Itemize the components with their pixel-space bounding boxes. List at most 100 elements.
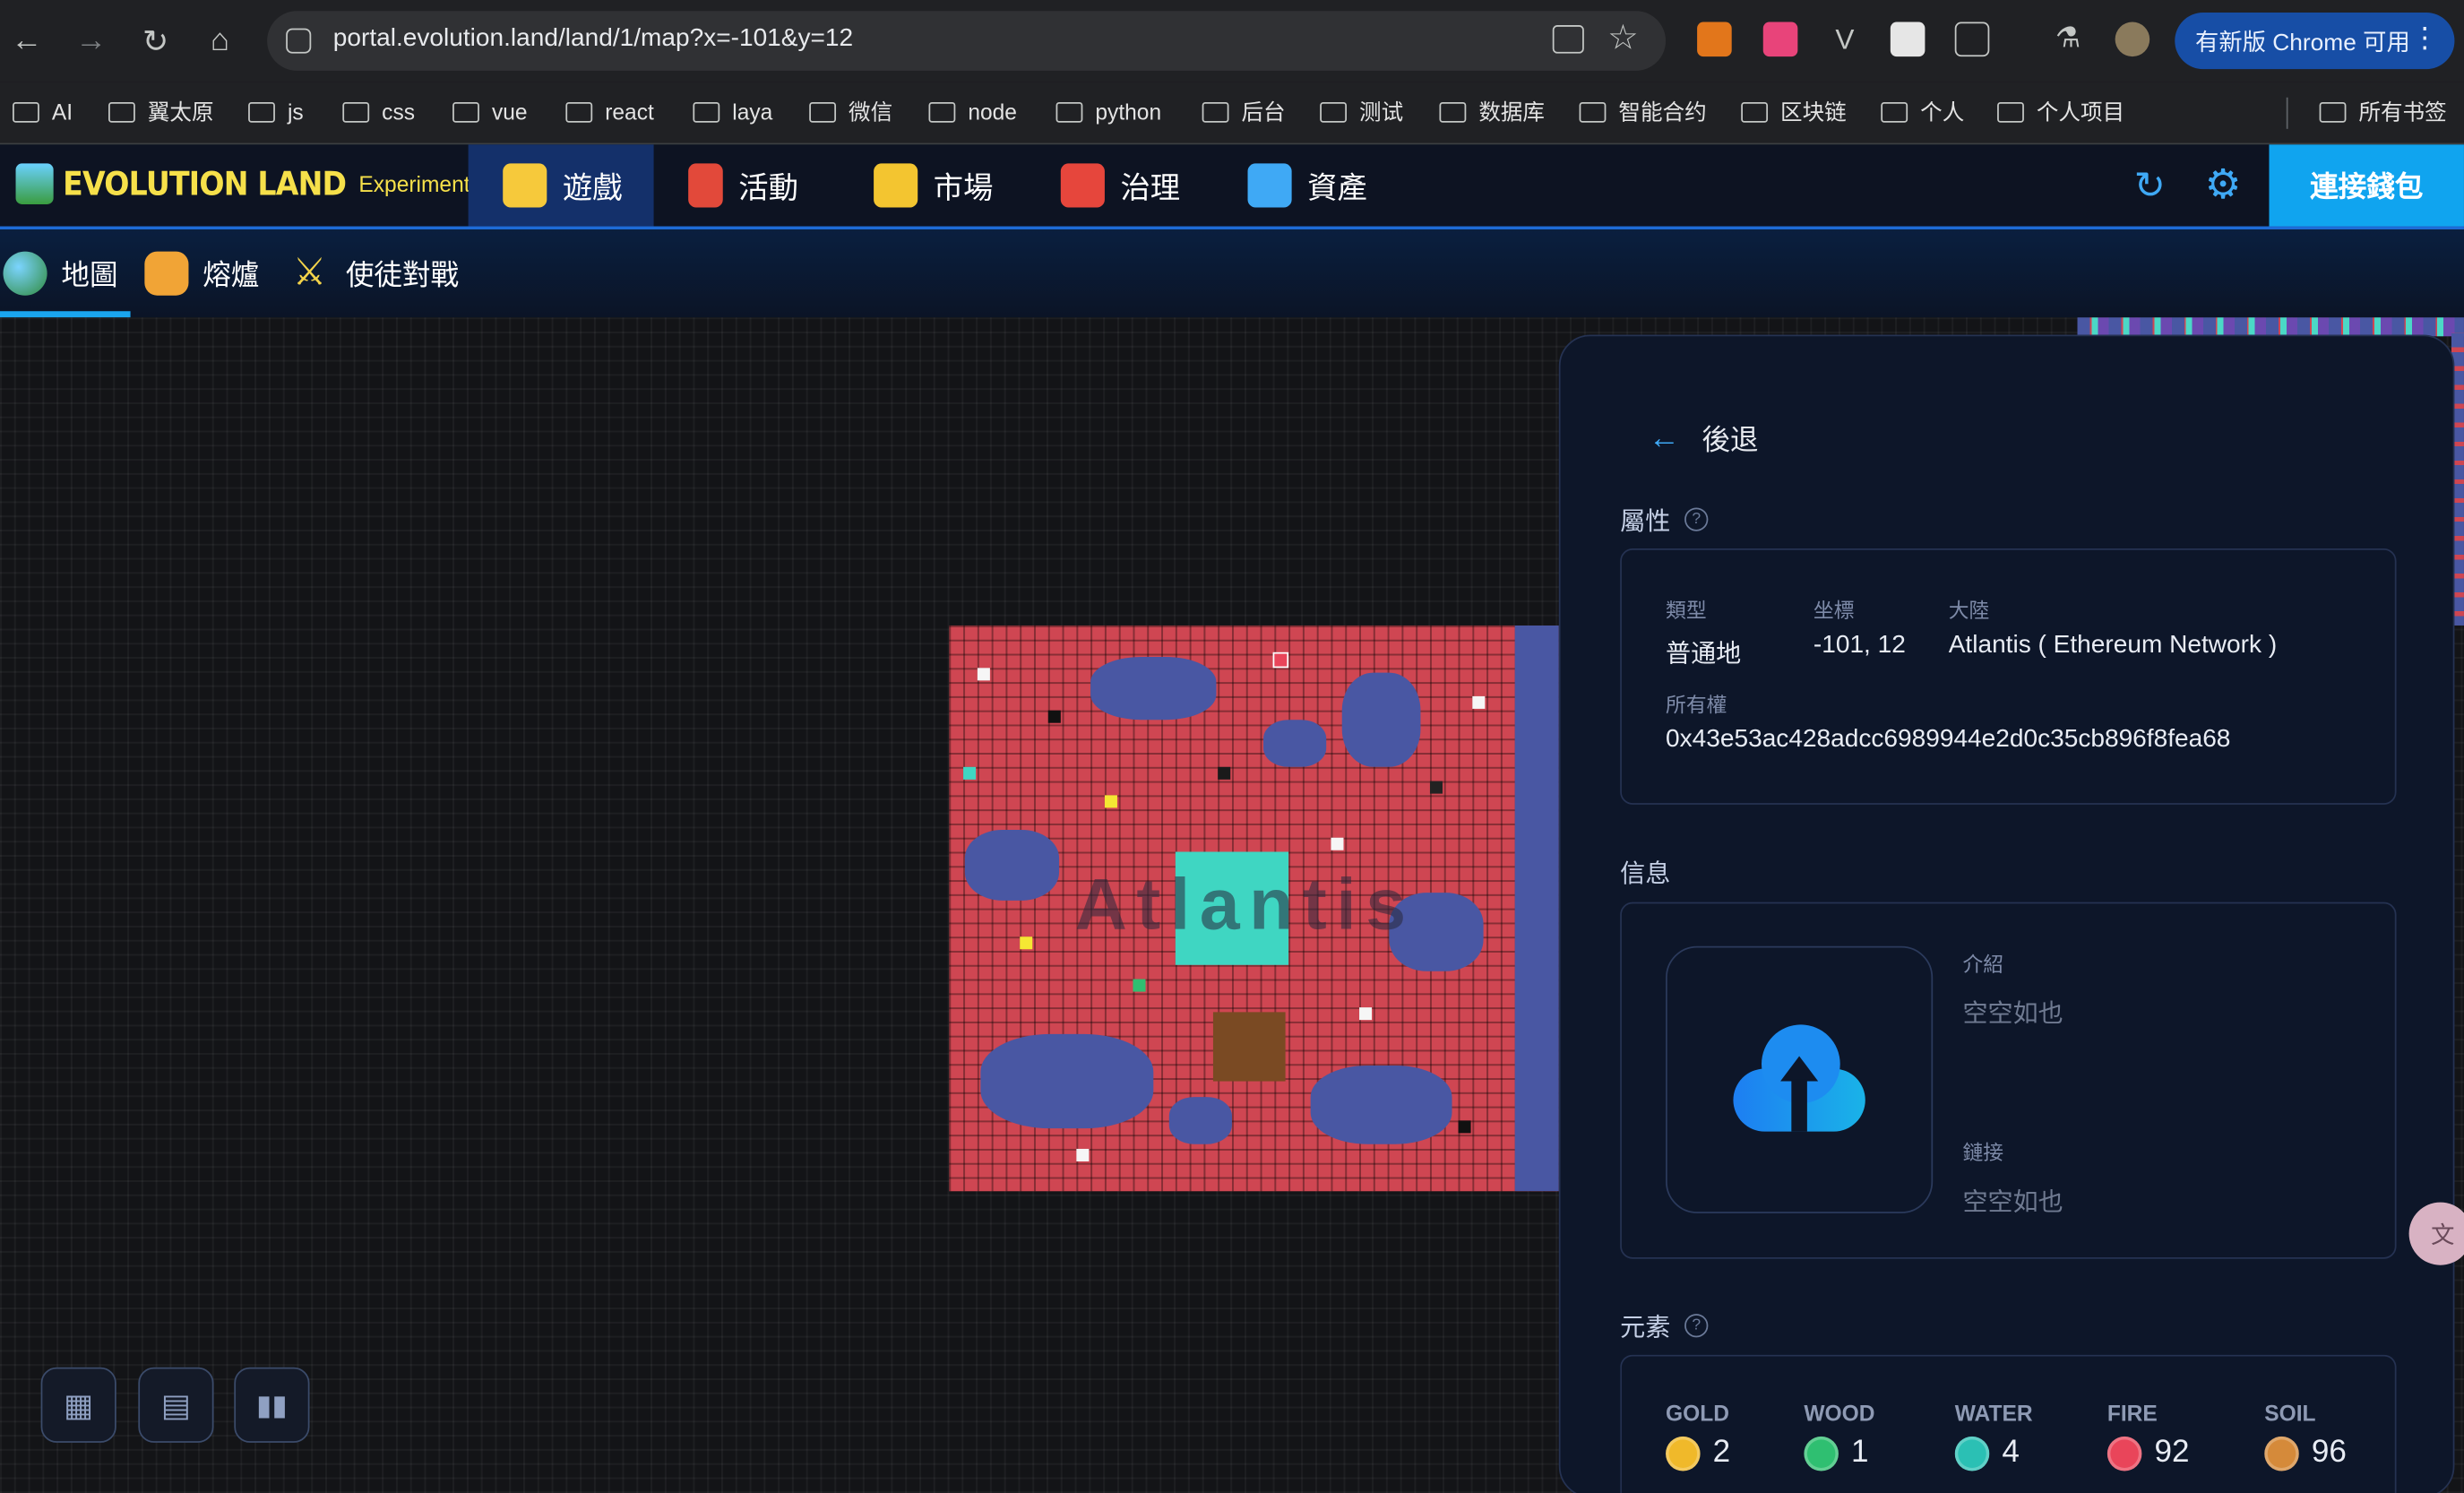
update-chrome-button[interactable]: 有新版 Chrome 可用 ⋮ xyxy=(2175,13,2455,70)
grid-search-button[interactable]: ▦ xyxy=(40,1367,116,1443)
extension-icon[interactable] xyxy=(1762,22,1798,57)
vue-devtools-icon[interactable]: V xyxy=(1828,22,1863,57)
folder-icon xyxy=(928,101,956,122)
bookmark-folder[interactable]: vue xyxy=(452,94,528,129)
bookmark-folder[interactable]: node xyxy=(928,94,1017,129)
help-icon[interactable]: ? xyxy=(1684,1313,1709,1337)
continent-value: Atlantis ( Ethereum Network ) xyxy=(1948,631,2278,659)
forward-arrow-icon[interactable]: → xyxy=(71,21,112,62)
bookmark-folder[interactable]: js xyxy=(248,94,304,129)
bookmark-folder[interactable]: 数据库 xyxy=(1439,94,1545,129)
translate-float-button[interactable]: 文 xyxy=(2408,1202,2464,1265)
divider xyxy=(2286,97,2288,129)
nav-activity[interactable]: 活動 xyxy=(688,144,798,226)
extension-icon[interactable] xyxy=(1890,22,1926,57)
continent-label: 大陸 xyxy=(1948,599,1990,623)
app-header: EVOLUTION LAND Experimental 遊戲 活動 市場 治理 … xyxy=(0,144,2464,230)
element-gold: GOLD 2 xyxy=(1666,1400,1731,1471)
subnav-apostle-battle[interactable]: ⚔ 使徒對戰 xyxy=(288,252,459,296)
back-arrow-icon[interactable]: ← xyxy=(6,21,47,62)
bar-chart-icon: ▮▮ xyxy=(256,1388,288,1420)
water-region xyxy=(1310,1066,1452,1144)
water-region xyxy=(1341,672,1421,767)
gold-icon xyxy=(1666,1436,1701,1471)
image-upload-area[interactable] xyxy=(1666,945,1934,1213)
water-region xyxy=(964,829,1060,901)
bookmark-folder[interactable]: 测试 xyxy=(1320,94,1403,129)
water-drop-icon xyxy=(1954,1436,1990,1471)
folder-icon xyxy=(452,101,479,122)
metamask-icon[interactable] xyxy=(1697,22,1732,57)
continent-label: Atlantis xyxy=(1074,862,1416,945)
paint-button[interactable]: ▤ xyxy=(138,1367,214,1443)
labs-flask-icon[interactable]: ⚗ xyxy=(2051,22,2086,57)
install-app-icon[interactable] xyxy=(1552,25,1584,54)
back-button[interactable]: ← 後退 xyxy=(1649,418,1759,459)
land-tile xyxy=(1104,795,1117,808)
water-region xyxy=(980,1033,1154,1129)
bookmark-folder[interactable]: 后台 xyxy=(1202,94,1286,129)
address-bar[interactable]: portal.evolution.land/land/1/map?x=-101&… xyxy=(267,11,1667,71)
update-label: 有新版 Chrome 可用 xyxy=(2195,29,2410,56)
land-tile xyxy=(1458,1120,1471,1134)
bookmark-folder[interactable]: python xyxy=(1055,94,1161,129)
gamepad-icon xyxy=(503,163,547,208)
all-bookmarks-folder[interactable]: 所有书签 xyxy=(2319,94,2447,129)
vote-icon xyxy=(1060,163,1105,208)
land-tile xyxy=(1076,1148,1090,1161)
type-label: 類型 xyxy=(1666,599,1707,623)
bookmark-folder[interactable]: 个人 xyxy=(1881,94,1964,129)
active-tab-indicator xyxy=(0,311,131,318)
refresh-icon[interactable]: ↻ xyxy=(2134,163,2166,209)
paint-roller-icon: ▤ xyxy=(160,1388,192,1423)
bookmark-star-icon[interactable]: ☆ xyxy=(1607,17,1639,58)
subnav-furnace[interactable]: 熔爐 xyxy=(144,251,259,296)
wood-icon xyxy=(1804,1436,1839,1471)
bookmark-folder[interactable]: 区块链 xyxy=(1741,94,1847,129)
bookmark-folder[interactable]: AI xyxy=(13,94,73,129)
land-tile xyxy=(1429,781,1443,794)
logo-icon xyxy=(15,163,54,204)
site-settings-icon[interactable] xyxy=(286,28,312,54)
info-box: 介紹 空空如也 鏈接 空空如也 xyxy=(1620,902,2397,1259)
logo-title: EVOLUTION LAND xyxy=(63,165,347,203)
owner-address[interactable]: 0x43e53ac428adcc6989944e2d0c35cb896f8fea… xyxy=(1666,726,2230,755)
furnace-icon xyxy=(144,251,189,296)
globe-icon xyxy=(3,251,47,296)
back-arrow-icon: ← xyxy=(1648,420,1680,455)
more-vert-icon[interactable]: ⋮ xyxy=(2410,22,2439,56)
bookmark-folder[interactable]: 智能合约 xyxy=(1579,94,1707,129)
nav-market[interactable]: 市場 xyxy=(874,144,993,226)
attributes-box: 類型 普通地 坐標 -101, 12 大陸 Atlantis ( Ethereu… xyxy=(1620,548,2397,805)
element-soil: SOIL 96 xyxy=(2264,1400,2347,1471)
home-icon[interactable]: ⌂ xyxy=(200,21,241,62)
connect-wallet-button[interactable]: 連接錢包 xyxy=(2269,144,2464,227)
continent-land-grid[interactable]: Atlantis xyxy=(949,625,1559,1192)
fire-icon xyxy=(2106,1436,2142,1471)
nav-game[interactable]: 遊戲 xyxy=(468,144,654,227)
settings-gear-icon[interactable]: ⚙ xyxy=(2205,160,2242,209)
bookmark-folder[interactable]: css xyxy=(342,94,415,129)
puzzle-icon[interactable] xyxy=(1954,22,1990,57)
land-tile xyxy=(1020,936,1033,950)
bookmark-folder[interactable]: 个人项目 xyxy=(1997,94,2124,129)
translate-icon: 文 xyxy=(2431,1221,2455,1249)
stats-button[interactable]: ▮▮ xyxy=(234,1367,310,1443)
bookmark-folder[interactable]: laya xyxy=(693,94,772,129)
bookmark-folder[interactable]: 微信 xyxy=(809,94,892,129)
land-tile xyxy=(963,766,977,780)
land-tile xyxy=(1133,979,1146,992)
logo[interactable]: EVOLUTION LAND Experimental xyxy=(15,163,487,204)
help-icon[interactable]: ? xyxy=(1684,506,1709,531)
folder-icon xyxy=(1320,101,1348,122)
subnav-map[interactable]: 地圖 xyxy=(3,251,118,296)
avatar[interactable] xyxy=(2115,22,2150,57)
nav-assets[interactable]: 資產 xyxy=(1247,144,1367,226)
reload-icon[interactable]: ↻ xyxy=(135,21,177,62)
land-tile xyxy=(1272,652,1289,669)
land-tile xyxy=(1331,837,1344,850)
nav-governance[interactable]: 治理 xyxy=(1060,144,1180,226)
bookmark-folder[interactable]: 翼太原 xyxy=(108,94,214,129)
elements-heading: 元素? xyxy=(1620,1306,1709,1343)
bookmark-folder[interactable]: react xyxy=(565,94,654,129)
